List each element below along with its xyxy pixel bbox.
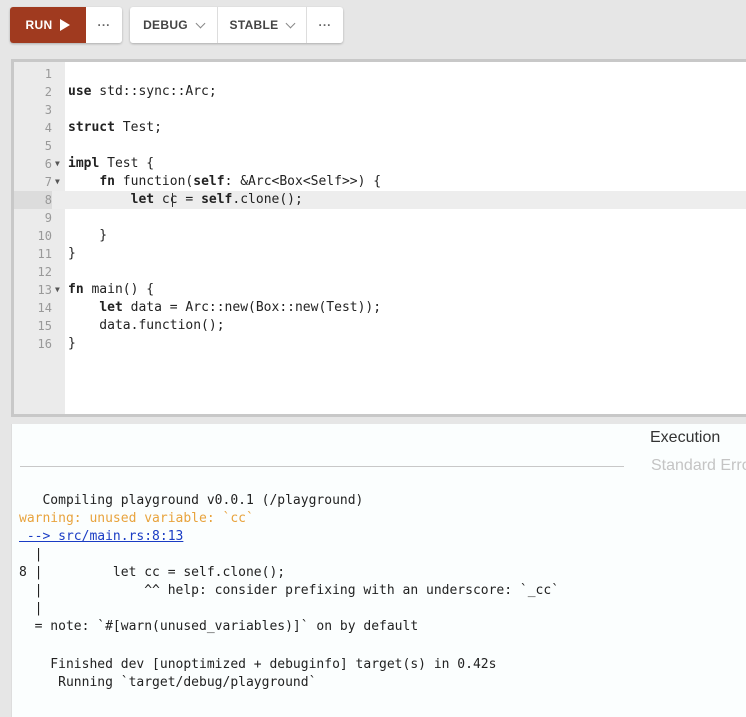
line-number: 2 bbox=[44, 85, 52, 99]
code-text: impl Test { bbox=[68, 156, 155, 171]
line-number: 9 bbox=[44, 211, 52, 225]
code-text: let data = Arc::new(Box::new(Test)); bbox=[99, 300, 382, 315]
run-button-group: RUN ··· bbox=[10, 7, 122, 43]
code-line[interactable]: 8 let cc = self.clone(); bbox=[14, 191, 746, 209]
line-number: 14 bbox=[37, 301, 52, 315]
output-line: Finished dev [unoptimized + debuginfo] t… bbox=[19, 657, 497, 672]
code-line[interactable]: 4 struct Test; bbox=[14, 119, 746, 137]
run-button-label: RUN bbox=[25, 18, 53, 32]
code-line[interactable]: 9 bbox=[14, 209, 746, 227]
code-line[interactable]: 16} bbox=[14, 335, 746, 353]
output-divider bbox=[20, 466, 624, 467]
fold-arrow-icon[interactable]: ▼ bbox=[55, 173, 60, 191]
line-number: 6 bbox=[44, 157, 52, 171]
chevron-down-icon bbox=[195, 18, 206, 28]
tab-execution[interactable]: Execution bbox=[650, 429, 720, 447]
line-number: 3 bbox=[44, 103, 52, 117]
mode-dropdown[interactable]: DEBUG bbox=[130, 7, 218, 43]
fold-arrow-icon[interactable]: ▼ bbox=[55, 281, 60, 299]
line-number: 1 bbox=[44, 67, 52, 81]
channel-label: STABLE bbox=[229, 18, 279, 32]
code-text: } bbox=[68, 336, 76, 351]
error-location-link[interactable]: --> src/main.rs:8:13 bbox=[19, 528, 184, 546]
code-text: let cc = self.clone(); bbox=[130, 192, 303, 207]
code-line[interactable]: 11} bbox=[14, 245, 746, 263]
mode-label: DEBUG bbox=[143, 18, 188, 32]
line-number: 12 bbox=[37, 265, 52, 279]
output-panel: Execution Standard Error Compiling playg… bbox=[11, 424, 746, 717]
output-line: Running `target/debug/playground` bbox=[19, 675, 317, 690]
toolbar: RUN ··· DEBUG STABLE ··· bbox=[0, 0, 746, 52]
code-line[interactable]: 2 use std::sync::Arc; bbox=[14, 83, 746, 101]
run-more-button[interactable]: ··· bbox=[86, 7, 122, 43]
output-line: | bbox=[19, 547, 43, 562]
line-number: 15 bbox=[37, 319, 52, 333]
code-text: data.function(); bbox=[68, 318, 225, 333]
code-line[interactable]: 14 let data = Arc::new(Box::new(Test)); bbox=[14, 299, 746, 317]
code-line[interactable]: 1 bbox=[14, 65, 746, 83]
chevron-down-icon bbox=[286, 18, 296, 28]
channel-dropdown[interactable]: STABLE bbox=[218, 7, 307, 43]
text-cursor bbox=[172, 193, 173, 207]
code-text: fn main() { bbox=[68, 282, 155, 297]
code-line[interactable]: 10 } bbox=[14, 227, 746, 245]
output-line: | ^^ help: consider prefixing with an un… bbox=[19, 583, 560, 598]
code-text: } bbox=[68, 246, 76, 261]
code-line[interactable]: 15 data.function(); bbox=[14, 317, 746, 335]
output-line: 8 | let cc = self.clone(); bbox=[19, 565, 286, 580]
output-line: Compiling playground v0.0.1 (/playground… bbox=[19, 493, 364, 508]
play-icon bbox=[60, 19, 71, 31]
run-button[interactable]: RUN bbox=[10, 7, 86, 43]
code-text: fn function(self: &Arc<Box<Self>>) { bbox=[99, 174, 382, 189]
fold-arrow-icon[interactable]: ▼ bbox=[55, 155, 60, 173]
config-more-button[interactable]: ··· bbox=[307, 7, 343, 43]
line-number: 11 bbox=[37, 247, 52, 261]
output-line: warning: unused variable: `cc` bbox=[19, 511, 254, 526]
line-number: 13 bbox=[37, 283, 52, 297]
line-number: 4 bbox=[44, 121, 52, 135]
code-line[interactable]: 13 ▼ fn main() { bbox=[14, 281, 746, 299]
code-line[interactable]: 3 bbox=[14, 101, 746, 119]
code-line[interactable]: 6 ▼ impl Test { bbox=[14, 155, 746, 173]
line-number: 7 bbox=[44, 175, 52, 189]
code-line[interactable]: 7 ▼ fn function(self: &Arc<Box<Self>>) { bbox=[14, 173, 746, 191]
line-number: 8 bbox=[14, 191, 52, 209]
output-line: | bbox=[19, 601, 43, 616]
config-button-group: DEBUG STABLE ··· bbox=[130, 7, 343, 43]
line-number: 10 bbox=[37, 229, 52, 243]
code-area[interactable]: 1 2 use std::sync::Arc; 3 4 struct Test; 5 6 ▼ im… bbox=[14, 65, 746, 353]
line-number: 16 bbox=[37, 337, 52, 351]
output-line: = note: `#[warn(unused_variables)]` on b… bbox=[19, 619, 419, 634]
code-text: use std::sync::Arc; bbox=[68, 84, 217, 99]
tab-standard-error[interactable]: Standard Error bbox=[651, 457, 746, 475]
code-line[interactable]: 5 bbox=[14, 137, 746, 155]
code-line[interactable]: 12 bbox=[14, 263, 746, 281]
code-text: struct Test; bbox=[68, 120, 162, 135]
code-editor[interactable]: 1 2 use std::sync::Arc; 3 4 struct Test; 5 6 ▼ im… bbox=[11, 59, 746, 417]
line-number: 5 bbox=[44, 139, 52, 153]
code-text: } bbox=[68, 228, 108, 243]
